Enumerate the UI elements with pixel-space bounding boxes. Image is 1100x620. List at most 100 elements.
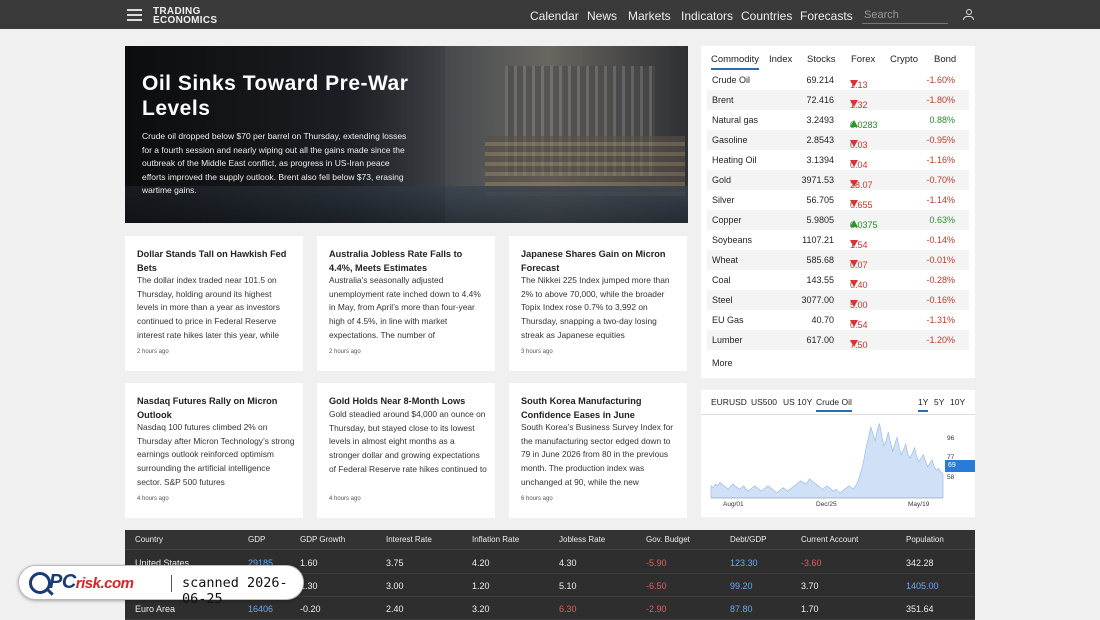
news-card[interactable]: South Korea Manufacturing Confidence Eas… — [509, 383, 687, 518]
column-header[interactable]: Country — [135, 535, 163, 544]
commodity-row[interactable]: Steel 3077.00 5.00 -0.16% — [707, 290, 969, 310]
commodity-price: 56.705 — [806, 195, 834, 205]
news-time: 2 hours ago — [137, 349, 169, 355]
table-cell: -6.50 — [646, 581, 667, 591]
table-cell: 342.28 — [906, 558, 934, 568]
tab-stocks[interactable]: Stocks — [807, 54, 836, 65]
pcrisk-watermark: PCrisk.com scanned 2026-06-25 — [18, 565, 304, 607]
nav-calendar[interactable]: Calendar — [530, 9, 579, 23]
logo-line2: ECONOMICS — [153, 15, 218, 26]
commodity-name[interactable]: Natural gas — [712, 115, 758, 125]
tab-forex[interactable]: Forex — [851, 54, 875, 65]
column-header[interactable]: Inflation Rate — [472, 535, 519, 544]
commodity-name[interactable]: Soybeans — [712, 235, 752, 245]
news-card[interactable]: Gold Holds Near 8-Month Lows Gold steadi… — [317, 383, 495, 518]
news-title[interactable]: South Korea Manufacturing Confidence Eas… — [521, 395, 679, 422]
hero-article[interactable]: Oil Sinks Toward Pre-War Levels Crude oi… — [125, 46, 688, 223]
commodity-row[interactable]: Wheat 585.68 0.07 -0.01% — [707, 250, 969, 270]
commodity-name[interactable]: Copper — [712, 215, 742, 225]
column-header[interactable]: Population — [906, 535, 944, 544]
column-header[interactable]: Interest Rate — [386, 535, 432, 544]
commodity-name[interactable]: EU Gas — [712, 315, 744, 325]
change-value: 1.54 — [850, 240, 868, 250]
commodity-row[interactable]: Silver 56.705 0.655 -1.14% — [707, 190, 969, 210]
news-title[interactable]: Gold Holds Near 8-Month Lows — [329, 395, 487, 409]
news-time: 6 hours ago — [521, 496, 553, 502]
column-header[interactable]: Debt/GDP — [730, 535, 766, 544]
column-header[interactable]: Current Account — [801, 535, 858, 544]
commodity-row[interactable]: Heating Oil 3.1394 0.04 -1.16% — [707, 150, 969, 170]
commodity-name[interactable]: Coal — [712, 275, 731, 285]
commodity-row[interactable]: Copper 5.9805 0.0375 0.63% — [707, 210, 969, 230]
commodity-name[interactable]: Steel — [712, 295, 733, 305]
news-body: Australia’s seasonally adjusted unemploy… — [329, 275, 481, 340]
scan-date: scanned 2026-06-25 — [182, 575, 288, 607]
column-header[interactable]: GDP Growth — [300, 535, 345, 544]
commodity-row[interactable]: Crude Oil 69.214 1.13 -1.60% — [707, 70, 969, 90]
commodity-price: 617.00 — [806, 335, 834, 345]
commodity-row[interactable]: Brent 72.416 1.32 -1.80% — [707, 90, 969, 110]
news-title[interactable]: Nasdaq Futures Rally on Micron Outlook — [137, 395, 295, 422]
commodity-name[interactable]: Heating Oil — [712, 155, 757, 165]
commodity-name[interactable]: Lumber — [712, 335, 743, 345]
commodity-row[interactable]: Gold 3971.53 28.07 -0.70% — [707, 170, 969, 190]
table-cell: 3.00 — [386, 581, 404, 591]
nav-markets[interactable]: Markets — [628, 9, 671, 23]
news-time: 4 hours ago — [137, 496, 169, 502]
change-value: 0.04 — [850, 160, 868, 170]
crude-oil-chart — [710, 423, 944, 499]
news-title[interactable]: Japanese Shares Gain on Micron Forecast — [521, 248, 679, 275]
table-cell: 2.40 — [386, 604, 404, 614]
country-name[interactable]: Euro Area — [135, 604, 175, 614]
hamburger-menu-icon[interactable] — [127, 9, 142, 21]
commodity-row[interactable]: Natural gas 3.2493 0.0283 0.88% — [707, 110, 969, 130]
nav-indicators[interactable]: Indicators — [681, 9, 733, 23]
tab-index[interactable]: Index — [769, 54, 792, 65]
commodity-row[interactable]: EU Gas 40.70 0.54 -1.31% — [707, 310, 969, 330]
hero-title[interactable]: Oil Sinks Toward Pre-War Levels — [142, 71, 432, 121]
change-value: 0.0375 — [850, 220, 878, 230]
change-value: 7.50 — [850, 340, 868, 350]
commodity-name[interactable]: Wheat — [712, 255, 738, 265]
more-link[interactable]: More — [712, 358, 733, 368]
tab-crypto[interactable]: Crypto — [890, 54, 918, 65]
commodity-name[interactable]: Crude Oil — [712, 75, 750, 85]
commodity-name[interactable]: Gasoline — [712, 135, 748, 145]
commodity-price: 2.8543 — [806, 135, 834, 145]
nav-countries[interactable]: Countries — [741, 9, 792, 23]
user-icon[interactable] — [963, 9, 974, 21]
news-body: The dollar index traded near 101.5 on Th… — [137, 275, 280, 340]
nav-forecasts[interactable]: Forecasts — [800, 9, 853, 23]
commodity-price: 3.2493 — [806, 115, 834, 125]
news-title[interactable]: Australia Jobless Rate Falls to 4.4%, Me… — [329, 248, 487, 275]
news-time: 2 hours ago — [329, 349, 361, 355]
column-header[interactable]: GDP — [248, 535, 265, 544]
commodity-row[interactable]: Soybeans 1107.21 1.54 -0.14% — [707, 230, 969, 250]
commodity-name[interactable]: Silver — [712, 195, 735, 205]
commodity-name[interactable]: Brent — [712, 95, 734, 105]
column-header[interactable]: Gov. Budget — [646, 535, 690, 544]
tab-bond[interactable]: Bond — [934, 54, 956, 65]
table-cell: -0.20 — [300, 604, 321, 614]
badge-separator — [171, 575, 172, 592]
news-card[interactable]: Australia Jobless Rate Falls to 4.4%, Me… — [317, 236, 495, 371]
search-input[interactable] — [862, 6, 948, 24]
column-header[interactable]: Jobless Rate — [559, 535, 605, 544]
commodity-row[interactable]: Gasoline 2.8543 0.03 -0.95% — [707, 130, 969, 150]
trading-economics-logo[interactable]: TRADING ECONOMICS — [153, 7, 218, 26]
table-cell: 4.30 — [559, 558, 577, 568]
table-cell: 351.64 — [906, 604, 934, 614]
commodity-row[interactable]: Coal 143.55 0.40 -0.28% — [707, 270, 969, 290]
news-title[interactable]: Dollar Stands Tall on Hawkish Fed Bets — [137, 248, 295, 275]
news-card[interactable]: Dollar Stands Tall on Hawkish Fed Bets T… — [125, 236, 303, 371]
news-card[interactable]: Japanese Shares Gain on Micron Forecast … — [509, 236, 687, 371]
tab-commodity[interactable]: Commodity — [711, 54, 760, 70]
commodity-percent: -0.16% — [926, 295, 955, 305]
nav-news[interactable]: News — [587, 9, 617, 23]
commodity-row[interactable]: Lumber 617.00 7.50 -1.20% — [707, 330, 969, 350]
commodity-name[interactable]: Gold — [712, 175, 731, 185]
commodity-price: 5.9805 — [806, 215, 834, 225]
commodity-percent: -1.60% — [926, 75, 955, 85]
commodity-percent: 0.63% — [929, 215, 955, 225]
news-card[interactable]: Nasdaq Futures Rally on Micron Outlook N… — [125, 383, 303, 518]
